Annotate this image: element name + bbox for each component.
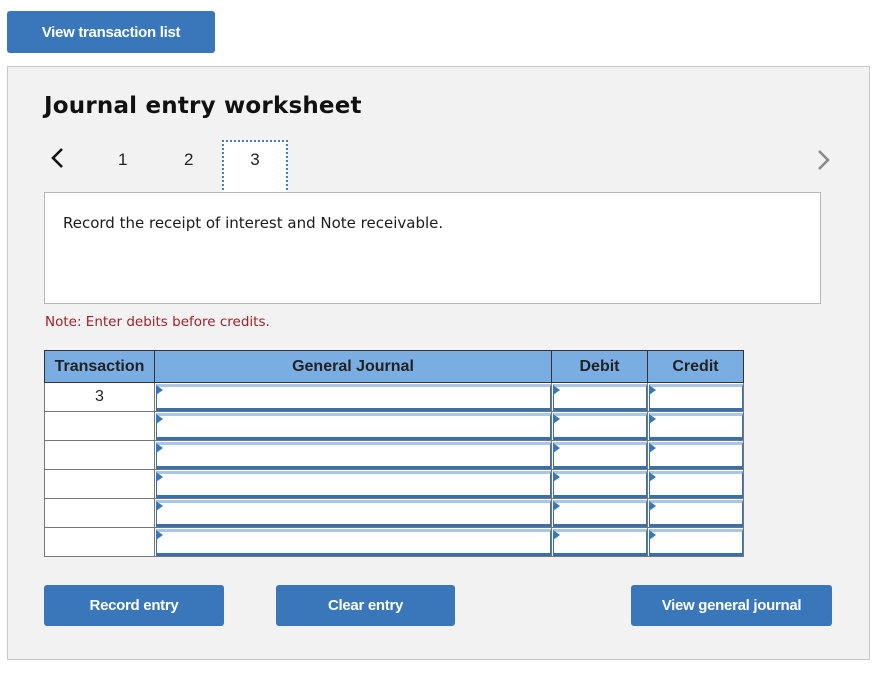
debit-input[interactable] <box>553 471 647 498</box>
journal-row <box>44 411 744 441</box>
general-journal-cell <box>154 469 552 499</box>
credit-cell <box>647 527 744 557</box>
instruction-box: Record the receipt of interest and Note … <box>44 192 821 304</box>
instruction-text: Record the receipt of interest and Note … <box>63 214 444 232</box>
transaction-cell: 3 <box>44 382 155 412</box>
header-general-journal: General Journal <box>154 350 552 383</box>
general-journal-cell <box>154 527 552 557</box>
general-journal-input[interactable] <box>156 442 551 469</box>
general-journal-cell <box>154 498 552 528</box>
general-journal-input[interactable] <box>156 413 551 440</box>
credit-input[interactable] <box>649 413 743 440</box>
view-general-journal-button[interactable]: View general journal <box>631 585 832 626</box>
debit-input[interactable] <box>553 500 647 527</box>
journal-table: Transaction General Journal Debit Credit… <box>44 350 744 557</box>
debit-cell <box>551 527 648 557</box>
debit-cell <box>551 440 648 470</box>
header-debit: Debit <box>551 350 648 383</box>
credit-input[interactable] <box>649 529 743 556</box>
journal-row <box>44 527 744 557</box>
credit-input[interactable] <box>649 442 743 469</box>
credit-cell <box>647 382 744 412</box>
debit-input[interactable] <box>553 384 647 411</box>
transaction-cell <box>44 527 155 557</box>
journal-row <box>44 440 744 470</box>
page-tab-3-label: 3 <box>250 150 260 169</box>
journal-row <box>44 498 744 528</box>
general-journal-cell <box>154 440 552 470</box>
transaction-cell <box>44 440 155 470</box>
header-credit: Credit <box>647 350 744 383</box>
previous-page-button[interactable] <box>48 145 68 171</box>
transaction-cell <box>44 498 155 528</box>
chevron-left-icon <box>51 148 63 168</box>
general-journal-input[interactable] <box>156 471 551 498</box>
credit-input[interactable] <box>649 384 743 411</box>
view-transaction-list-button[interactable]: View transaction list <box>7 11 215 53</box>
chevron-right-icon <box>818 150 830 170</box>
credit-cell <box>647 411 744 441</box>
credit-cell <box>647 469 744 499</box>
general-journal-cell <box>154 382 552 412</box>
debit-cell <box>551 411 648 441</box>
debit-input[interactable] <box>553 529 647 556</box>
record-entry-button[interactable]: Record entry <box>44 585 224 626</box>
general-journal-input[interactable] <box>156 384 551 411</box>
general-journal-input[interactable] <box>156 500 551 527</box>
transaction-cell <box>44 411 155 441</box>
credit-cell <box>647 440 744 470</box>
journal-row: 3 <box>44 382 744 412</box>
clear-entry-button[interactable]: Clear entry <box>276 585 455 626</box>
journal-table-header: Transaction General Journal Debit Credit <box>44 350 744 383</box>
credit-input[interactable] <box>649 500 743 527</box>
debit-cell <box>551 382 648 412</box>
transaction-cell <box>44 469 155 499</box>
page-tab-2[interactable]: 2 <box>184 150 193 170</box>
journal-entry-worksheet-panel: Journal entry worksheet 1 2 3 Record the… <box>7 66 870 660</box>
page-title: Journal entry worksheet <box>44 93 362 119</box>
credit-cell <box>647 498 744 528</box>
debit-input[interactable] <box>553 413 647 440</box>
debits-note: Note: Enter debits before credits. <box>45 314 270 330</box>
page-tab-3-active[interactable]: 3 <box>222 140 288 194</box>
page-tab-1[interactable]: 1 <box>118 150 127 170</box>
debit-cell <box>551 498 648 528</box>
header-transaction: Transaction <box>44 350 155 383</box>
debit-input[interactable] <box>553 442 647 469</box>
next-page-button[interactable] <box>814 147 834 173</box>
general-journal-input[interactable] <box>156 529 551 556</box>
general-journal-cell <box>154 411 552 441</box>
journal-row <box>44 469 744 499</box>
credit-input[interactable] <box>649 471 743 498</box>
debit-cell <box>551 469 648 499</box>
